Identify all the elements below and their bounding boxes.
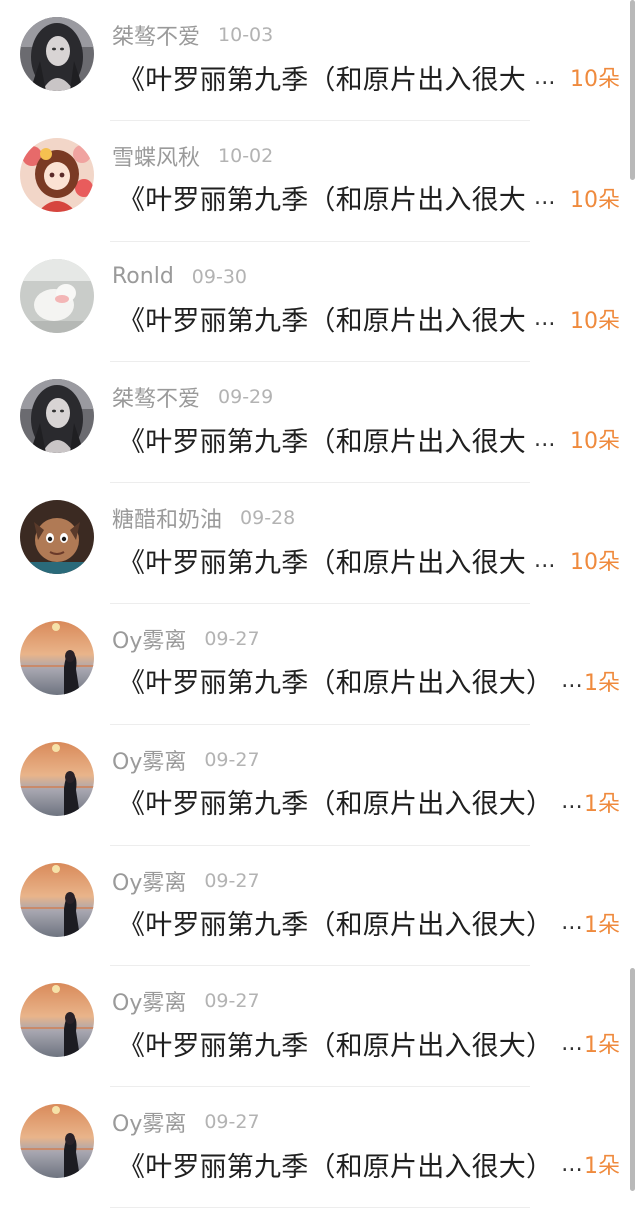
gift-count: 10朵 [570,187,620,213]
comment-list: 桀骜不爱 10-03 《叶罗丽第九季（和原片出入很大... 10朵 雪蝶风秋 10-02… [0,0,640,1208]
comment-date: 09-30 [191,265,247,288]
comment-message[interactable]: 《叶罗丽第九季（和原片出入很大）... [118,1023,583,1063]
gift-count: 1朵 [584,1033,620,1059]
gift-count: 1朵 [584,670,620,696]
truncation-ellipsis: ... [561,668,583,694]
comment-message-text: 《叶罗丽第九季（和原片出入很大 [118,64,526,96]
user-avatar[interactable] [20,983,94,1058]
comment-row[interactable]: Oy雾离 09-27 《叶罗丽第九季（和原片出入很大）... 1朵 [0,966,640,1088]
comment-message-text: 《叶罗丽第九季（和原片出入很大） [118,910,554,942]
scrollbar-thumb-top[interactable] [630,0,635,180]
comment-message-text: 《叶罗丽第九季（和原片出入很大 [118,306,526,338]
comment-row[interactable]: Ronld 09-30 《叶罗丽第九季（和原片出入很大... 10朵 [0,242,640,363]
username[interactable]: Oy雾离 [112,623,186,655]
username[interactable]: 桀骜不爱 [112,19,200,51]
name-line: Oy雾离 09-27 [112,864,260,898]
user-avatar[interactable] [20,379,94,454]
user-avatar[interactable] [20,137,94,212]
username[interactable]: 雪蝶风秋 [112,140,200,172]
comment-message-text: 《叶罗丽第九季（和原片出入很大） [118,1030,554,1062]
name-line: 桀骜不爱 09-29 [112,380,273,414]
name-line: Oy雾离 09-27 [112,622,260,656]
comment-date: 10-03 [218,24,274,46]
user-avatar[interactable] [20,1104,94,1179]
comment-date: 09-27 [204,627,260,650]
comment-date: 10-02 [218,144,274,167]
comment-message[interactable]: 《叶罗丽第九季（和原片出入很大... [118,540,556,580]
username[interactable]: 桀骜不爱 [112,381,200,413]
gift-count: 10朵 [570,550,620,576]
gift-count: 1朵 [584,912,620,938]
comment-message[interactable]: 《叶罗丽第九季（和原片出入很大... [118,299,556,339]
comment-message-text: 《叶罗丽第九季（和原片出入很大 [118,185,526,217]
comment-message[interactable]: 《叶罗丽第九季（和原片出入很大）... [118,661,583,701]
comment-row[interactable]: Oy雾离 09-27 《叶罗丽第九季（和原片出入很大）... 1朵 [0,1087,640,1208]
truncation-ellipsis: ... [534,547,556,573]
truncation-ellipsis: ... [561,789,583,815]
comment-message[interactable]: 《叶罗丽第九季（和原片出入很大）... [118,1144,583,1184]
comment-date: 09-27 [204,869,260,892]
username[interactable]: Ronld [112,264,174,289]
comment-row[interactable]: Oy雾离 09-27 《叶罗丽第九季（和原片出入很大）... 1朵 [0,604,640,725]
gift-count: 10朵 [570,308,620,334]
user-avatar[interactable] [20,258,94,333]
comment-row[interactable]: 桀骜不爱 10-03 《叶罗丽第九季（和原片出入很大... 10朵 [0,0,640,121]
gift-count: 1朵 [584,1154,620,1180]
gift-count: 10朵 [570,67,620,92]
comment-message[interactable]: 《叶罗丽第九季（和原片出入很大）... [118,782,583,822]
comment-date: 09-27 [204,1111,260,1134]
name-line: Oy雾离 09-27 [112,1105,260,1139]
comment-row[interactable]: 糖醋和奶油 09-28 《叶罗丽第九季（和原片出入很大... 10朵 [0,483,640,604]
truncation-ellipsis: ... [534,185,556,211]
comment-message-text: 《叶罗丽第九季（和原片出入很大） [118,668,554,700]
comment-date: 09-28 [240,507,296,530]
username[interactable]: Oy雾离 [112,865,186,897]
truncation-ellipsis: ... [534,426,556,452]
scrollbar-thumb-bottom[interactable] [630,968,635,1191]
gift-count: 1朵 [584,791,620,817]
user-avatar[interactable] [20,620,94,695]
truncation-ellipsis: ... [534,64,556,90]
name-line: 雪蝶风秋 10-02 [112,139,273,173]
comment-date: 09-27 [204,990,260,1013]
name-line: 桀骜不爱 10-03 [112,18,273,52]
user-avatar[interactable] [20,500,94,575]
comment-message[interactable]: 《叶罗丽第九季（和原片出入很大）... [118,903,583,943]
name-line: Oy雾离 09-27 [112,743,260,777]
username[interactable]: Oy雾离 [112,1106,186,1138]
name-line: Ronld 09-30 [112,260,247,294]
comment-date: 09-27 [204,748,260,771]
comment-row[interactable]: Oy雾离 09-27 《叶罗丽第九季（和原片出入很大）... 1朵 [0,725,640,846]
name-line: Oy雾离 09-27 [112,984,260,1018]
user-avatar[interactable] [20,862,94,937]
comment-row[interactable]: 桀骜不爱 09-29 《叶罗丽第九季（和原片出入很大... 10朵 [0,362,640,484]
truncation-ellipsis: ... [561,1030,583,1056]
comment-row[interactable]: 雪蝶风秋 10-02 《叶罗丽第九季（和原片出入很大... 10朵 [0,121,640,242]
comment-message-text: 《叶罗丽第九季（和原片出入很大 [118,547,526,579]
username[interactable]: Oy雾离 [112,744,186,776]
username[interactable]: 糖醋和奶油 [112,502,222,534]
user-avatar[interactable] [20,741,94,816]
truncation-ellipsis: ... [561,910,583,936]
comment-message-text: 《叶罗丽第九季（和原片出入很大） [118,1151,554,1183]
comment-message-text: 《叶罗丽第九季（和原片出入很大） [118,789,554,821]
comment-message[interactable]: 《叶罗丽第九季（和原片出入很大... [118,178,556,218]
username[interactable]: Oy雾离 [112,985,186,1017]
comment-message-text: 《叶罗丽第九季（和原片出入很大 [118,426,526,458]
comment-message[interactable]: 《叶罗丽第九季（和原片出入很大... [118,419,556,459]
comment-row[interactable]: Oy雾离 09-27 《叶罗丽第九季（和原片出入很大）... 1朵 [0,846,640,967]
truncation-ellipsis: ... [534,306,556,332]
user-avatar[interactable] [20,17,94,91]
gift-count: 10朵 [570,429,620,455]
truncation-ellipsis: ... [561,1151,583,1177]
comment-date: 09-29 [218,386,274,409]
comment-message[interactable]: 《叶罗丽第九季（和原片出入很大... [118,57,556,97]
name-line: 糖醋和奶油 09-28 [112,501,295,535]
